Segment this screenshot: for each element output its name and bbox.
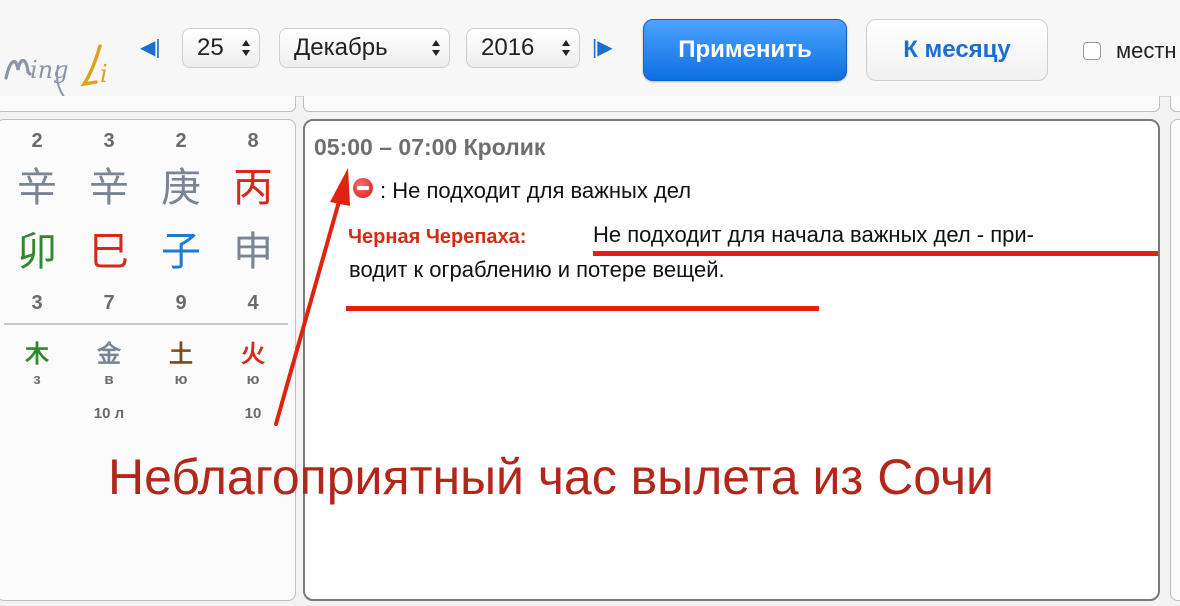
updown-icon	[562, 40, 570, 56]
year-select[interactable]: 2016	[466, 28, 580, 68]
mingli-logo: ing i	[4, 44, 108, 96]
to-month-button[interactable]: К месяцу	[866, 19, 1048, 81]
apply-button[interactable]: Применить	[643, 19, 847, 81]
main-panel-top-strip	[303, 96, 1160, 112]
annotation-underline	[346, 306, 819, 311]
element-extra: 10	[244, 405, 262, 422]
star-label: Черная Черепаха:	[348, 226, 527, 248]
pillar-bottom-number: 4	[247, 292, 259, 314]
day-select-value: 25	[197, 34, 224, 61]
left-panel-top-strip	[0, 96, 296, 112]
right-panel-top-strip	[1170, 96, 1180, 112]
heavenly-stem: 丙	[233, 166, 273, 210]
pillars-divider	[4, 323, 288, 325]
toolbar: ing i ◀︎| 25 Декабрь 2016 |▶︎ Применить …	[0, 0, 1180, 97]
annotation-caption: Неблагоприятный час вылета из Сочи	[108, 449, 994, 505]
prev-day-arrow-icon[interactable]: ◀︎|	[140, 36, 161, 60]
element-glyph: 土	[169, 341, 193, 368]
element-glyph: 火	[241, 341, 265, 368]
element-glyph: 木	[25, 341, 49, 368]
pillar-bottom-number: 9	[175, 292, 187, 314]
right-panel	[1170, 119, 1180, 601]
heavenly-stem: 辛	[89, 166, 129, 210]
annotation-underline	[593, 251, 1158, 256]
pillar-top-number: 2	[31, 130, 43, 152]
local-time-checkbox[interactable]	[1083, 42, 1101, 60]
updown-icon	[242, 40, 250, 56]
pillar-top-number: 3	[103, 130, 115, 152]
element-letter: ю	[246, 371, 260, 388]
heavenly-stem: 辛	[17, 166, 57, 210]
year-select-value: 2016	[481, 34, 535, 61]
next-day-arrow-icon[interactable]: |▶︎	[592, 36, 613, 60]
hour-status-text: : Не подходит для важных дел	[380, 178, 692, 203]
earthly-branch: 子	[161, 230, 201, 274]
element-glyph: 金	[97, 341, 121, 368]
element-letter: з	[33, 371, 41, 388]
month-select-value: Декабрь	[294, 34, 388, 61]
local-time-label: местн	[1116, 38, 1177, 63]
star-description-line1: Не подходит для начала важных дел - при-	[593, 222, 1034, 247]
element-letter: в	[104, 371, 114, 388]
day-select[interactable]: 25	[182, 28, 260, 68]
pillar-bottom-number: 7	[103, 292, 115, 314]
earthly-branch: 申	[233, 230, 273, 274]
element-letter: ю	[174, 371, 188, 388]
earthly-branch: 卯	[17, 230, 57, 274]
pillar-top-number: 2	[175, 130, 187, 152]
updown-icon	[432, 40, 440, 56]
heavenly-stem: 庚	[161, 166, 201, 210]
svg-text:ing: ing	[30, 56, 69, 84]
no-entry-icon	[353, 178, 373, 198]
element-extra: 10 л	[93, 405, 125, 422]
pillar-bottom-number: 3	[31, 292, 43, 314]
svg-text:i: i	[100, 60, 108, 88]
star-description-line2: водит к ограблению и потере вещей.	[349, 257, 725, 282]
month-select[interactable]: Декабрь	[279, 28, 450, 68]
hour-title: 05:00 – 07:00 Кролик	[314, 134, 546, 160]
earthly-branch: 巳	[89, 230, 129, 274]
pillar-top-number: 8	[247, 130, 259, 152]
